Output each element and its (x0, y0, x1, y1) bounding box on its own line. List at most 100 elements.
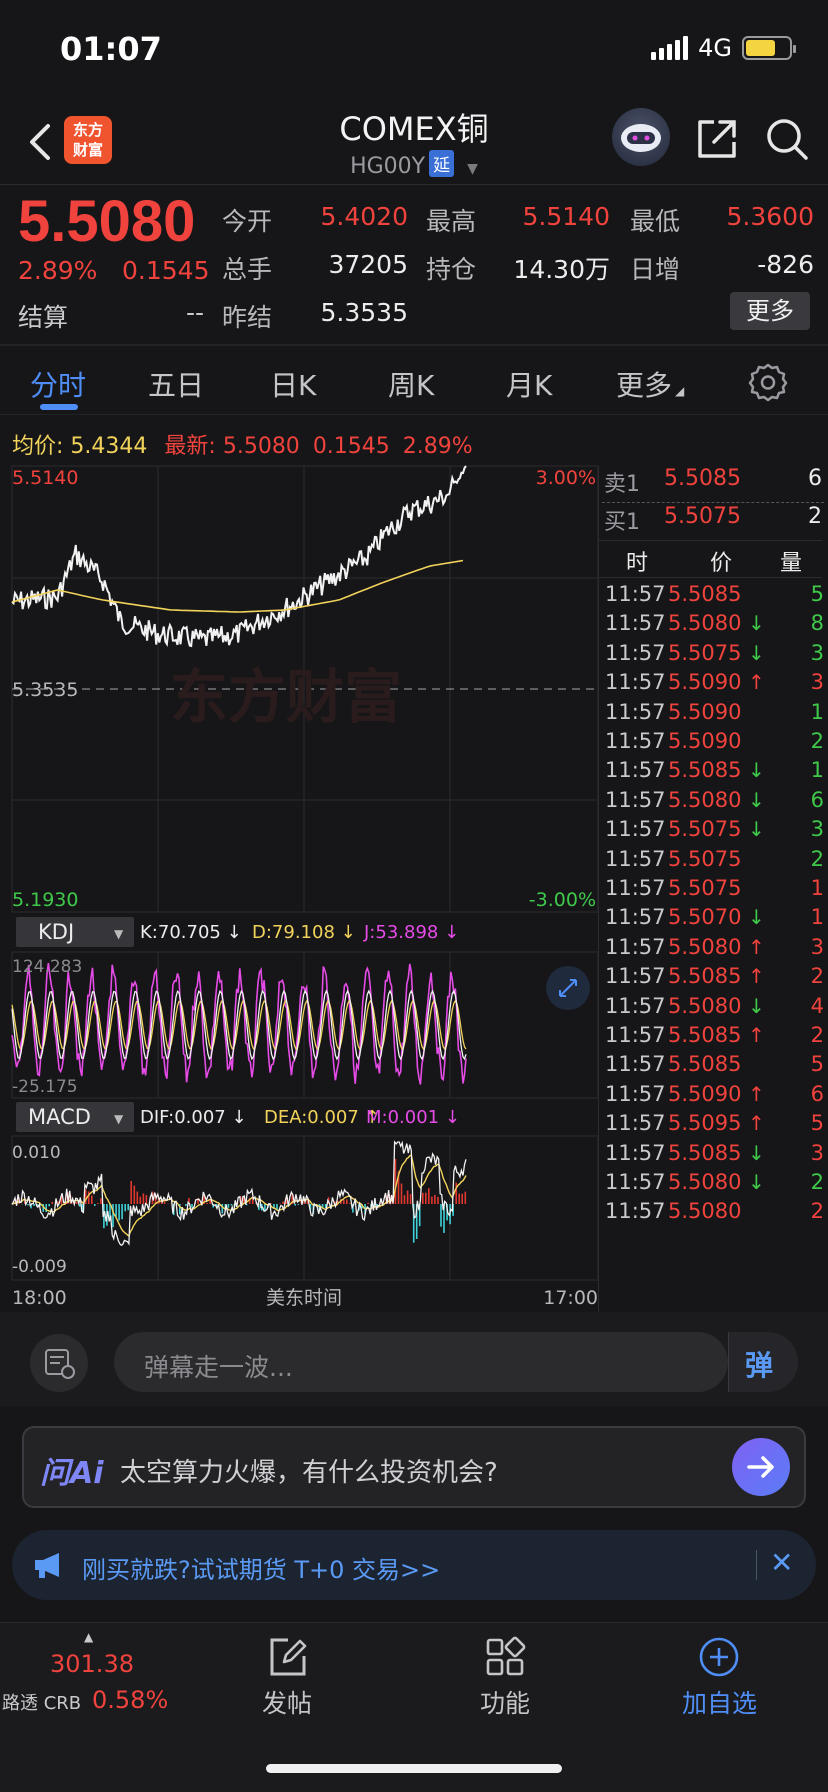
trade-price: 5.5080 (668, 787, 742, 812)
up-arrow-icon: ↑ (748, 964, 765, 989)
orderbook-divider (602, 502, 824, 503)
add-circle-icon[interactable] (698, 1636, 740, 1678)
trade-row: 11:57 5.5085 ↓ 3 (598, 1141, 824, 1173)
up-arrow-icon: ↑ (748, 1081, 765, 1106)
ask-price: 5.5085 (664, 466, 741, 491)
trade-price: 5.5070 (668, 905, 742, 930)
trade-time: 11:57 (605, 582, 666, 606)
axis-bottom-pct: -3.00% (529, 889, 596, 911)
trade-row: 11:57 5.5090 2 (598, 729, 824, 761)
search-icon[interactable] (764, 116, 810, 162)
delay-tag: 延 (429, 150, 455, 177)
trade-time: 11:57 (605, 758, 666, 783)
trade-price: 5.5080 (668, 1199, 742, 1224)
up-arrow-icon: ↑ (748, 1023, 765, 1047)
kdj-k-value: K:70.705 ↓ (140, 922, 242, 943)
add-watchlist-button[interactable]: 加自选 (682, 1684, 757, 1720)
latest-label: 最新: (164, 434, 216, 459)
low-value: 5.3600 (726, 202, 814, 231)
volume-label: 总手 (222, 255, 273, 284)
trade-qty: 1 (810, 699, 824, 724)
latest-price: 5.5080 (222, 434, 300, 459)
avg-price-bar: 均价: 5.4344 最新: 5.5080 0.1545 2.89% (12, 428, 473, 460)
trade-qty: 3 (810, 1140, 824, 1165)
contract-code: HG00Y (350, 154, 426, 179)
robot-assistant-icon[interactable] (612, 108, 670, 166)
tab-weekly-k[interactable]: 周K (388, 364, 434, 404)
edit-icon[interactable] (266, 1636, 308, 1678)
home-indicator[interactable] (266, 1764, 562, 1773)
trade-qty: 4 (810, 993, 824, 1018)
prev-settle-label: 昨结 (222, 303, 273, 332)
trade-qty: 1 (810, 905, 824, 930)
settle-value: -- (185, 298, 204, 327)
down-arrow-icon: ↓ (748, 758, 765, 783)
share-icon[interactable] (694, 116, 740, 162)
promo-text[interactable]: 刚买就跌?试试期货 T+0 交易>> (82, 1550, 440, 1585)
caret-up-icon[interactable]: ▲ (84, 1630, 93, 1644)
trade-time: 11:57 (605, 1170, 666, 1194)
kdj-j-value: J:53.898 ↓ (363, 922, 459, 943)
gear-icon[interactable] (748, 362, 788, 402)
tab-five-day[interactable]: 五日 (148, 364, 204, 404)
high-label: 最高 (426, 207, 477, 236)
trade-price: 5.5085 (668, 1140, 742, 1165)
close-icon[interactable]: ✕ (770, 1546, 793, 1579)
danmaku-send-button[interactable]: 弹 (728, 1332, 798, 1392)
trade-time: 11:57 (605, 964, 666, 989)
intraday-chart[interactable]: 东方财富 5.5140 3.00% 5.3535 5.1930 -3.00% K… (0, 462, 600, 1312)
tab-daily-k[interactable]: 日K (270, 364, 316, 404)
bid-qty: 2 (808, 504, 822, 529)
trade-qty: 8 (810, 611, 824, 636)
trade-price: 5.5085 (668, 964, 742, 989)
apps-icon[interactable] (484, 1636, 526, 1678)
trade-time: 11:57 (605, 1199, 666, 1224)
volume-value: 37205 (328, 250, 408, 279)
trade-row: 11:57 5.5090 ↑ 6 (598, 1082, 824, 1114)
macd-grid (11, 1135, 599, 1281)
tab-divider (0, 414, 828, 415)
trade-price: 5.5075 (668, 846, 742, 871)
up-arrow-icon: ↑ (748, 934, 765, 959)
functions-button[interactable]: 功能 (480, 1684, 530, 1720)
arrow-right-icon[interactable] (732, 1438, 790, 1496)
danmaku-send-icon: 弹 (745, 1349, 774, 1382)
trade-row: 11:57 5.5095 ↑ 5 (598, 1111, 824, 1143)
bid-price: 5.5075 (664, 504, 741, 529)
trade-row: 11:57 5.5075 ↓ 3 (598, 641, 824, 673)
chevron-down-icon: ▼ (467, 161, 478, 177)
trade-qty: 3 (810, 934, 824, 959)
tab-more[interactable]: 更多 ◢ (616, 364, 684, 404)
kdj-k-line (11, 989, 467, 1061)
trade-qty: 5 (810, 1052, 824, 1077)
panel-divider (598, 466, 599, 1312)
trade-time: 11:57 (605, 640, 666, 665)
trade-row: 11:57 5.5090 1 (598, 700, 824, 732)
trade-qty: 6 (810, 1081, 824, 1106)
low-label: 最低 (630, 207, 681, 236)
kdj-d-line (11, 999, 467, 1051)
trade-price: 5.5085 (668, 1023, 742, 1047)
tab-monthly-k[interactable]: 月K (506, 364, 552, 404)
ask-row: 卖1 5.5085 6 (598, 466, 822, 502)
trade-qty: 5 (810, 582, 824, 606)
trade-row: 11:57 5.5080 ↑ 3 (598, 935, 824, 967)
kdj-min: -25.175 (12, 1077, 78, 1097)
trade-qty: 1 (810, 876, 824, 900)
status-indicators: 4G (651, 34, 796, 62)
trade-price: 5.5090 (668, 699, 742, 724)
crb-index-value[interactable]: 301.38 (50, 1650, 134, 1678)
danmaku-settings-icon[interactable] (30, 1334, 88, 1392)
trade-time: 11:57 (605, 934, 666, 959)
trade-row: 11:57 5.5090 ↑ 3 (598, 670, 824, 702)
trade-time: 11:57 (605, 993, 666, 1018)
more-quote-button[interactable]: 更多 (730, 292, 810, 330)
kdj-max: 124.283 (12, 957, 82, 977)
axis-top-pct: 3.00% (536, 467, 596, 489)
settle-label: 结算 (18, 303, 69, 332)
trade-row: 11:57 5.5085 5 (598, 582, 824, 614)
tab-intraday[interactable]: 分时 (30, 364, 86, 404)
open-label: 今开 (222, 207, 273, 236)
daily-increase-value: -826 (757, 250, 814, 279)
post-button[interactable]: 发帖 (262, 1684, 312, 1720)
